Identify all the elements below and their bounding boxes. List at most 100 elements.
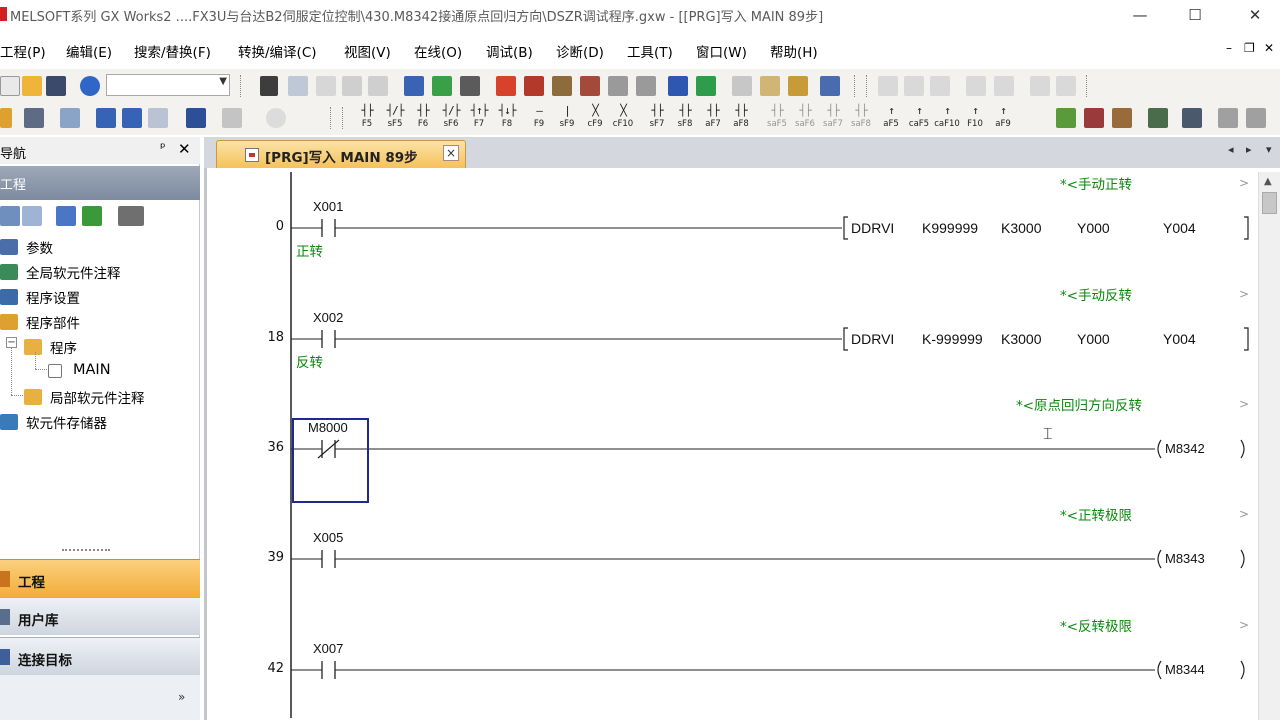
menu-window[interactable]: 窗口(W) bbox=[696, 41, 747, 61]
menu-edit[interactable]: 编辑(E) bbox=[66, 41, 112, 61]
menu-tools[interactable]: 工具(T) bbox=[627, 41, 673, 61]
ladder-symbol-button[interactable]: ┤↑├ F7 bbox=[466, 105, 492, 130]
menu-debug[interactable]: 调试(B) bbox=[486, 41, 533, 61]
entry-monitor-icon[interactable] bbox=[608, 76, 628, 96]
more-icon[interactable]: » bbox=[178, 690, 185, 704]
maximize-button[interactable]: ☐ bbox=[1172, 0, 1218, 30]
tree-item[interactable]: 软元件存储器 bbox=[0, 411, 200, 433]
ladder-symbol-button[interactable]: ┤↓├ F8 bbox=[494, 105, 520, 130]
tab-scroll-left-icon[interactable]: ◂ bbox=[1228, 143, 1234, 156]
tab-main-program[interactable]: [PRG]写入 MAIN 89步 × bbox=[216, 140, 466, 168]
splitter-grip[interactable] bbox=[62, 549, 110, 553]
collapse-icon[interactable] bbox=[22, 206, 42, 226]
open-folder-icon[interactable] bbox=[22, 76, 42, 96]
zoom-icon[interactable] bbox=[186, 108, 206, 128]
ladder-symbol-button[interactable]: ┤├ F6 bbox=[410, 105, 436, 130]
options-icon[interactable] bbox=[1246, 108, 1266, 128]
refresh-icon[interactable] bbox=[82, 206, 102, 226]
tab-list-icon[interactable]: ▾ bbox=[1266, 143, 1272, 156]
help-icon[interactable] bbox=[80, 76, 100, 96]
ladder-symbol-button[interactable]: ┤├ saF7 bbox=[820, 105, 846, 130]
ladder-symbol-button[interactable]: | sF9 bbox=[554, 105, 580, 130]
settings-icon[interactable] bbox=[1218, 108, 1238, 128]
device-search-icon[interactable] bbox=[552, 76, 572, 96]
mdi-restore-button[interactable]: ❐ bbox=[1244, 41, 1255, 55]
mode-icon[interactable] bbox=[0, 108, 12, 128]
minimize-button[interactable]: — bbox=[1117, 0, 1163, 30]
ladder-symbol-button[interactable]: ┤├ sF8 bbox=[672, 105, 698, 130]
tab-scroll-right-icon[interactable]: ▸ bbox=[1246, 143, 1252, 156]
tab-close-icon[interactable]: × bbox=[443, 145, 459, 161]
nav-button-connection-destination[interactable]: 连接目标 bbox=[0, 637, 200, 675]
cross-reference-icon[interactable] bbox=[148, 108, 168, 128]
tree-item[interactable]: 全局软元件注释 bbox=[0, 261, 200, 283]
diagnostics-icon[interactable] bbox=[732, 76, 752, 96]
menu-convert[interactable]: 转换/编译(C) bbox=[238, 41, 317, 61]
connection-icon[interactable] bbox=[820, 76, 840, 96]
monitor-start-icon[interactable] bbox=[496, 76, 516, 96]
monitor-stop-icon[interactable] bbox=[524, 76, 544, 96]
device-comment-icon[interactable] bbox=[122, 108, 142, 128]
write-icon[interactable] bbox=[1182, 108, 1202, 128]
menu-project[interactable]: 工程(P) bbox=[0, 41, 46, 61]
convert-icon[interactable] bbox=[1056, 108, 1076, 128]
ladder-symbol-button[interactable]: ↑ F10 bbox=[962, 105, 988, 130]
mdi-close-button[interactable]: ✕ bbox=[1264, 41, 1274, 55]
display-icon[interactable] bbox=[222, 108, 242, 128]
pin-icon[interactable]: ᵖ bbox=[160, 141, 166, 156]
comment-icon[interactable] bbox=[966, 76, 986, 96]
simulation-stop-icon[interactable] bbox=[696, 76, 716, 96]
ladder-symbol-button[interactable]: ┤├ aF8 bbox=[728, 105, 754, 130]
read-icon[interactable] bbox=[1148, 108, 1168, 128]
convert-all-icon[interactable] bbox=[1084, 108, 1104, 128]
verify-icon[interactable] bbox=[460, 76, 480, 96]
ladder-symbol-button[interactable]: ↑ aF9 bbox=[990, 105, 1016, 130]
ladder-symbol-button[interactable]: ╳ cF10 bbox=[610, 105, 636, 130]
ladder-symbol-button[interactable]: ╳ cF9 bbox=[582, 105, 608, 130]
cut-icon[interactable] bbox=[260, 76, 278, 96]
ladder-symbol-button[interactable]: ┤├ saF6 bbox=[792, 105, 818, 130]
ladder-symbol-button[interactable]: ┤├ saF8 bbox=[848, 105, 874, 130]
close-button[interactable]: ✕ bbox=[1232, 0, 1278, 30]
mdi-minimize-button[interactable]: – bbox=[1226, 41, 1232, 55]
plc-diagnostics-icon[interactable] bbox=[760, 76, 780, 96]
statement-icon[interactable] bbox=[994, 76, 1014, 96]
filter-icon[interactable] bbox=[118, 206, 144, 226]
nav-button-user-library[interactable]: 用户库 bbox=[0, 597, 200, 635]
tree-item[interactable]: 程序部件 bbox=[0, 311, 200, 333]
ladder-line-icon[interactable] bbox=[930, 76, 950, 96]
expand-icon[interactable] bbox=[0, 206, 20, 226]
ladder-symbol-button[interactable]: ┤├ F5 bbox=[354, 105, 380, 130]
tree-expander-icon[interactable]: − bbox=[6, 337, 17, 348]
ladder-symbol-button[interactable]: ↑ caF5 bbox=[906, 105, 932, 130]
tree-item[interactable]: 程序设置 bbox=[0, 286, 200, 308]
save-icon[interactable] bbox=[46, 76, 66, 96]
scroll-up-icon[interactable]: ▲ bbox=[1264, 176, 1272, 187]
read-from-plc-icon[interactable] bbox=[404, 76, 424, 96]
menu-view[interactable]: 视图(V) bbox=[344, 41, 391, 61]
device-list-icon[interactable] bbox=[96, 108, 116, 128]
undo-icon[interactable] bbox=[342, 76, 362, 96]
batch-monitor-icon[interactable] bbox=[580, 76, 600, 96]
ladder-symbol-button[interactable]: ↑ caF10 bbox=[934, 105, 960, 130]
ladder-symbol-button[interactable]: ┤/├ sF6 bbox=[438, 105, 464, 130]
info-icon[interactable] bbox=[56, 206, 76, 226]
ladder-symbol-button[interactable]: ┤/├ sF5 bbox=[382, 105, 408, 130]
ladder-symbol-button[interactable]: ┤├ saF5 bbox=[764, 105, 790, 130]
ladder-insert-icon[interactable] bbox=[878, 76, 898, 96]
vertical-scrollbar[interactable]: ▲ bbox=[1258, 172, 1280, 720]
convert-online-icon[interactable] bbox=[1112, 108, 1132, 128]
tree-item[interactable]: MAIN bbox=[0, 361, 200, 383]
menu-online[interactable]: 在线(O) bbox=[414, 41, 462, 61]
alias-icon[interactable] bbox=[1056, 76, 1076, 96]
nav-close-icon[interactable]: ✕ bbox=[178, 140, 191, 158]
paste-icon[interactable] bbox=[316, 76, 336, 96]
read-mode-icon[interactable] bbox=[266, 108, 286, 128]
ladder-symbol-button[interactable]: ┤├ aF7 bbox=[700, 105, 726, 130]
network-icon[interactable] bbox=[788, 76, 808, 96]
tree-item[interactable]: 程序 bbox=[0, 336, 200, 358]
simulation-start-icon[interactable] bbox=[668, 76, 688, 96]
ladder-symbol-button[interactable]: — F9 bbox=[526, 105, 552, 130]
tree-item[interactable]: 局部软元件注释 bbox=[0, 386, 200, 408]
ladder-symbol-button[interactable]: ┤├ sF7 bbox=[644, 105, 670, 130]
